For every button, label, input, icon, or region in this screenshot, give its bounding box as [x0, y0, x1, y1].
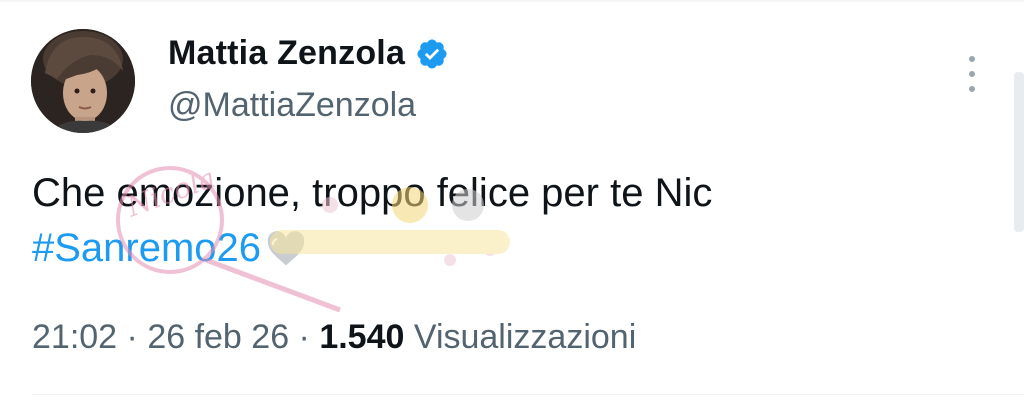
tweet-text-line: Che emozione, troppo felice per te Nic: [32, 171, 713, 215]
tweet-meta: 21:02 · 26 feb 26 · 1.540 Visualizzazion…: [32, 318, 636, 357]
dot: [969, 86, 975, 92]
more-options-icon[interactable]: [962, 56, 982, 92]
divider: [32, 394, 1024, 395]
hashtag-link[interactable]: #Sanremo26: [32, 226, 261, 270]
tweet-time[interactable]: 21:02: [32, 318, 117, 356]
author-display-name[interactable]: Mattia Zenzola: [168, 34, 405, 73]
verified-badge-icon: [417, 38, 447, 69]
views-count: 1.540: [319, 318, 405, 356]
top-border: [0, 0, 1024, 2]
author-name-row[interactable]: Mattia Zenzola: [168, 34, 449, 73]
scrollbar[interactable]: [1014, 72, 1024, 232]
grey-heart-icon: [267, 231, 305, 266]
author-handle[interactable]: @MattiaZenzola: [168, 86, 416, 125]
separator: ·: [117, 318, 148, 356]
separator: ·: [289, 318, 320, 356]
tweet-text-line-2: #Sanremo26: [32, 221, 712, 276]
avatar-photo-icon: [31, 29, 135, 133]
tweet-date[interactable]: 26 feb 26: [147, 318, 289, 356]
views-label: Visualizzazioni: [413, 318, 637, 356]
avatar[interactable]: [31, 29, 135, 133]
dot: [969, 56, 975, 62]
tweet-text: Che emozione, troppo felice per te Nic #…: [32, 166, 712, 276]
dot: [969, 71, 975, 77]
